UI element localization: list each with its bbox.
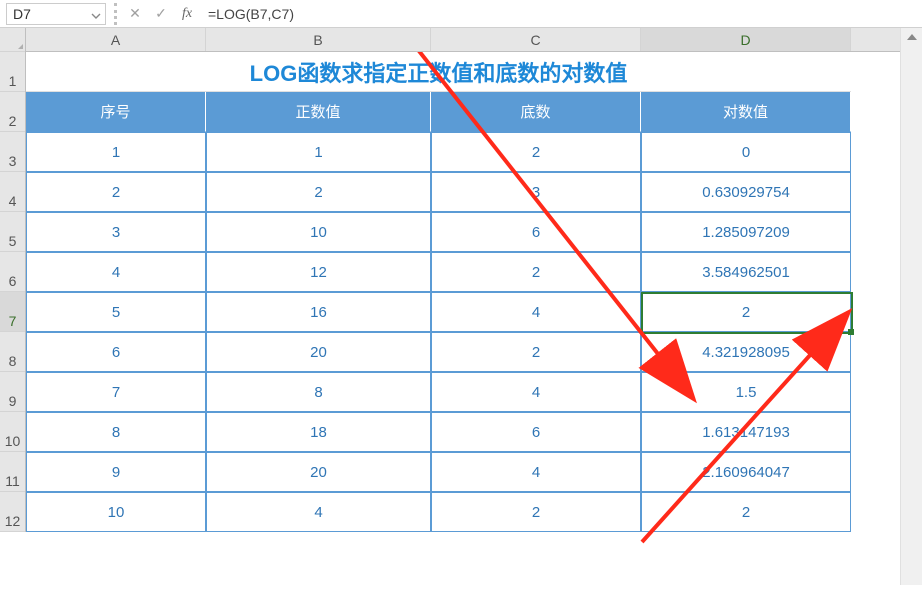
table-row: 62024.321928095 bbox=[26, 332, 922, 372]
cell-d12[interactable]: 2 bbox=[641, 492, 851, 532]
cancel-icon: ✕ bbox=[129, 5, 141, 22]
row-header-7[interactable]: 7 bbox=[0, 292, 25, 332]
cell-b8[interactable]: 20 bbox=[206, 332, 431, 372]
corner-triangle-icon bbox=[18, 44, 23, 49]
cell-c8[interactable]: 2 bbox=[431, 332, 641, 372]
check-icon: ✓ bbox=[155, 5, 167, 22]
cell-d6[interactable]: 3.584962501 bbox=[641, 252, 851, 292]
row-header-9[interactable]: 9 bbox=[0, 372, 25, 412]
cell-c12[interactable]: 2 bbox=[431, 492, 641, 532]
table-row: 92042.160964047 bbox=[26, 452, 922, 492]
fx-icon: fx bbox=[182, 6, 192, 22]
header-seq[interactable]: 序号 bbox=[26, 92, 206, 132]
name-box-dropdown-icon[interactable] bbox=[89, 7, 103, 21]
cell-c11[interactable]: 4 bbox=[431, 452, 641, 492]
cell-c7[interactable]: 4 bbox=[431, 292, 641, 332]
cell-a4[interactable]: 2 bbox=[26, 172, 206, 212]
cell-b6[interactable]: 12 bbox=[206, 252, 431, 292]
cell-a8[interactable]: 6 bbox=[26, 332, 206, 372]
formula-input[interactable]: =LOG(B7,C7) bbox=[200, 3, 922, 25]
insert-function-button[interactable]: fx bbox=[174, 3, 200, 25]
column-headers: A B C D bbox=[26, 28, 922, 52]
cell-b10[interactable]: 18 bbox=[206, 412, 431, 452]
row-header-5[interactable]: 5 bbox=[0, 212, 25, 252]
header-log[interactable]: 对数值 bbox=[641, 92, 851, 132]
col-header-b[interactable]: B bbox=[206, 28, 431, 51]
cell-b3[interactable]: 1 bbox=[206, 132, 431, 172]
col-header-a[interactable]: A bbox=[26, 28, 206, 51]
cell-a9[interactable]: 7 bbox=[26, 372, 206, 412]
cell-a12[interactable]: 10 bbox=[26, 492, 206, 532]
title-row: LOG函数求指定正数值和底数的对数值 bbox=[26, 52, 922, 92]
cell-a11[interactable]: 9 bbox=[26, 452, 206, 492]
cell-c9[interactable]: 4 bbox=[431, 372, 641, 412]
cell-b9[interactable]: 8 bbox=[206, 372, 431, 412]
page-title: LOG函数求指定正数值和底数的对数值 bbox=[26, 56, 851, 88]
cell-d7[interactable]: 2 bbox=[641, 292, 851, 332]
row-header-12[interactable]: 12 bbox=[0, 492, 25, 532]
grip-icon bbox=[114, 3, 120, 25]
row-header-10[interactable]: 10 bbox=[0, 412, 25, 452]
table-row: 7841.5 bbox=[26, 372, 922, 412]
cell-c4[interactable]: 3 bbox=[431, 172, 641, 212]
cell-a10[interactable]: 8 bbox=[26, 412, 206, 452]
row-header-3[interactable]: 3 bbox=[0, 132, 25, 172]
cell-a6[interactable]: 4 bbox=[26, 252, 206, 292]
header-base[interactable]: 底数 bbox=[431, 92, 641, 132]
formula-text: =LOG(B7,C7) bbox=[208, 6, 294, 22]
row-header-8[interactable]: 8 bbox=[0, 332, 25, 372]
formula-bar: D7 ✕ ✓ fx =LOG(B7,C7) bbox=[0, 0, 922, 28]
col-header-c[interactable]: C bbox=[431, 28, 641, 51]
grid-main: A B C D LOG函数求指定正数值和底数的对数值 序号 正数值 底数 对数值… bbox=[26, 28, 922, 532]
data-rows: LOG函数求指定正数值和底数的对数值 序号 正数值 底数 对数值 1120 22… bbox=[26, 52, 922, 532]
cell-d3[interactable]: 0 bbox=[641, 132, 851, 172]
row-header-11[interactable]: 11 bbox=[0, 452, 25, 492]
name-box-value: D7 bbox=[13, 3, 31, 25]
cell-b7[interactable]: 16 bbox=[206, 292, 431, 332]
row-gutter: 1 2 3 4 5 6 7 8 9 10 11 12 bbox=[0, 28, 26, 532]
table-row: 10422 bbox=[26, 492, 922, 532]
header-positive[interactable]: 正数值 bbox=[206, 92, 431, 132]
cell-c3[interactable]: 2 bbox=[431, 132, 641, 172]
select-all-corner[interactable] bbox=[0, 28, 25, 52]
col-header-d[interactable]: D bbox=[641, 28, 851, 51]
name-box[interactable]: D7 bbox=[6, 3, 106, 25]
cell-d4[interactable]: 0.630929754 bbox=[641, 172, 851, 212]
row-header-2[interactable]: 2 bbox=[0, 92, 25, 132]
cell-c6[interactable]: 2 bbox=[431, 252, 641, 292]
spreadsheet-grid: 1 2 3 4 5 6 7 8 9 10 11 12 A B C D LOG函数… bbox=[0, 28, 922, 532]
cell-c5[interactable]: 6 bbox=[431, 212, 641, 252]
cell-a3[interactable]: 1 bbox=[26, 132, 206, 172]
cancel-button[interactable]: ✕ bbox=[122, 3, 148, 25]
cell-d5[interactable]: 1.285097209 bbox=[641, 212, 851, 252]
cell-c10[interactable]: 6 bbox=[431, 412, 641, 452]
vertical-scrollbar[interactable] bbox=[900, 28, 922, 585]
scroll-up-icon bbox=[907, 34, 917, 40]
row-header-6[interactable]: 6 bbox=[0, 252, 25, 292]
cell-b11[interactable]: 20 bbox=[206, 452, 431, 492]
table-row: 2230.630929754 bbox=[26, 172, 922, 212]
table-row: 31061.285097209 bbox=[26, 212, 922, 252]
row-header-4[interactable]: 4 bbox=[0, 172, 25, 212]
cell-b4[interactable]: 2 bbox=[206, 172, 431, 212]
cell-d8[interactable]: 4.321928095 bbox=[641, 332, 851, 372]
table-header-row: 序号 正数值 底数 对数值 bbox=[26, 92, 922, 132]
table-row: 51642 bbox=[26, 292, 922, 332]
table-row: 41223.584962501 bbox=[26, 252, 922, 292]
cell-a5[interactable]: 3 bbox=[26, 212, 206, 252]
table-row: 81861.613147193 bbox=[26, 412, 922, 452]
enter-button[interactable]: ✓ bbox=[148, 3, 174, 25]
cell-d11[interactable]: 2.160964047 bbox=[641, 452, 851, 492]
table-row: 1120 bbox=[26, 132, 922, 172]
cell-d9[interactable]: 1.5 bbox=[641, 372, 851, 412]
row-header-1[interactable]: 1 bbox=[0, 52, 25, 92]
cell-b12[interactable]: 4 bbox=[206, 492, 431, 532]
cell-a7[interactable]: 5 bbox=[26, 292, 206, 332]
cell-d10[interactable]: 1.613147193 bbox=[641, 412, 851, 452]
cell-b5[interactable]: 10 bbox=[206, 212, 431, 252]
